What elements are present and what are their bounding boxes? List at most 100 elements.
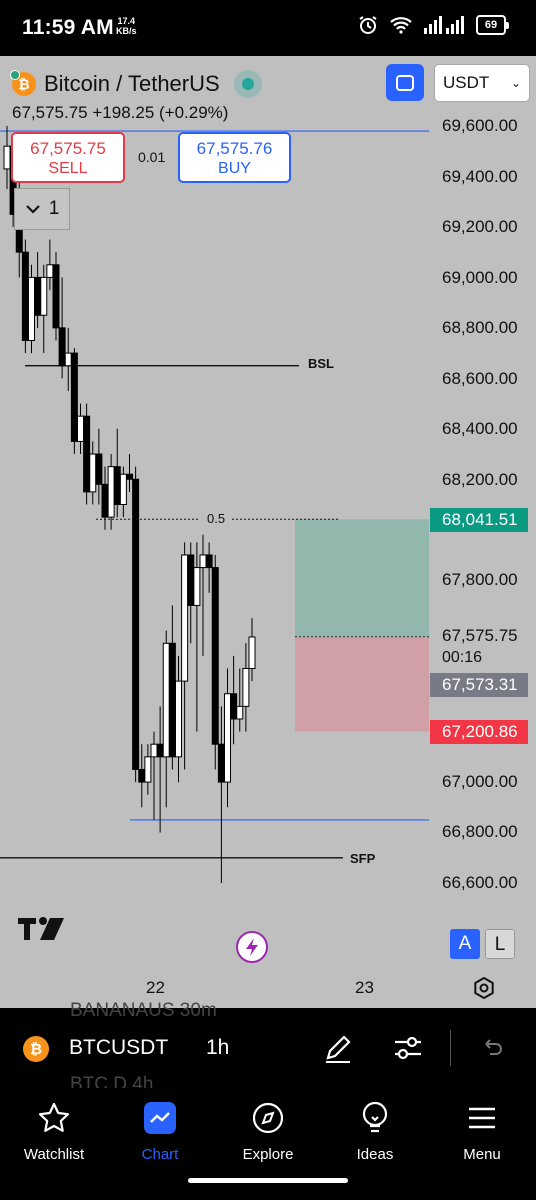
candle-body [126, 473, 133, 480]
symbol-selector[interactable]: BTCUSDT [69, 1036, 168, 1060]
alarm-icon [359, 16, 377, 34]
chevron-down-icon: ⌄ [510, 76, 521, 90]
candle-body [224, 693, 231, 783]
candle-body [28, 276, 35, 341]
candle-body [119, 473, 127, 506]
pencil-icon[interactable] [322, 1032, 354, 1064]
lightbulb-icon [362, 1101, 388, 1133]
symbol-toolbar: BANANAUS 30m ₿ BTCUSDT 1h BTC.D 4h [0, 1000, 536, 1095]
auto-scale-button[interactable]: A [450, 929, 480, 959]
price-label: 68,400.00 [442, 419, 518, 438]
bar-countdown: 00:16 [442, 649, 483, 666]
candle-body [34, 276, 42, 316]
price-label: 69,200.00 [442, 217, 518, 236]
take-profit-zone [295, 519, 429, 637]
candle-body [89, 453, 97, 493]
undo-icon[interactable] [480, 1032, 504, 1064]
sell-label: SELL [48, 160, 88, 177]
signal-icon [424, 16, 464, 34]
candle-body [83, 415, 91, 493]
timeframe-selector[interactable]: 1h [206, 1036, 229, 1060]
chart-area[interactable]: ₿ Bitcoin / TetherUS 67,575.75 +198.25 (… [0, 56, 536, 1008]
candle-body [187, 554, 195, 606]
candle-body [52, 264, 60, 329]
candle-body [217, 743, 225, 783]
take-profit-tag: 68,041.51 [430, 508, 528, 532]
candle-body [138, 768, 146, 783]
price-label: 69,400.00 [442, 167, 518, 186]
settings-icon[interactable] [472, 976, 496, 1000]
sell-price: 67,575.75 [30, 139, 106, 158]
bid-price-tag: 67,573.31 [430, 673, 528, 697]
chevron-down-icon [25, 205, 40, 214]
nav-explore[interactable]: Explore [218, 1096, 318, 1163]
symbol-name: Bitcoin / TetherUS [44, 71, 220, 96]
status-bar: 11:59 AM 17.4 KB/s 69 [0, 0, 536, 56]
buy-label: BUY [218, 160, 251, 177]
bsl-label[interactable]: BSL [308, 356, 334, 371]
collapse-indicators-button[interactable]: 1 [14, 188, 70, 230]
nav-watchlist[interactable]: Watchlist [4, 1096, 104, 1163]
price-label: 68,600.00 [442, 369, 518, 388]
network-speed: 17.4 KB/s [116, 16, 137, 36]
chart-icon [144, 1102, 176, 1134]
candle-body [242, 668, 250, 707]
candle-body [230, 693, 238, 720]
fullscreen-button[interactable] [386, 64, 424, 101]
log-scale-button[interactable]: L [485, 929, 515, 959]
candle-body [101, 483, 109, 518]
candle-body [64, 352, 72, 367]
candle-body [175, 680, 182, 758]
indicators-icon[interactable] [392, 1032, 424, 1064]
candle-body [107, 466, 115, 518]
candlestick-plot[interactable] [0, 56, 536, 1008]
sell-button[interactable]: 67,575.75 SELL [11, 132, 125, 183]
candle-body [70, 352, 78, 442]
candle-body [3, 145, 11, 170]
candle-body [162, 642, 170, 758]
compass-icon [252, 1102, 284, 1134]
buy-button[interactable]: 67,575.76 BUY [178, 132, 291, 183]
ghost-symbol-above: BANANAUS 30m [70, 1000, 217, 1021]
menu-icon [469, 1107, 495, 1129]
candle-body [205, 554, 213, 569]
symbol-title[interactable]: ₿ Bitcoin / TetherUS [10, 70, 262, 98]
currency-select[interactable]: USDT ⌄ [434, 64, 530, 102]
battery-icon: 69 [476, 15, 509, 35]
tradingview-logo-icon [18, 917, 64, 940]
candle-body [21, 251, 29, 341]
flash-icon[interactable] [236, 931, 268, 963]
clock: 11:59 AM [22, 16, 114, 39]
candle-body [113, 466, 121, 505]
nav-chart[interactable]: Chart [110, 1096, 210, 1163]
price-label: 67,800.00 [442, 570, 518, 589]
stop-loss-zone [295, 636, 429, 732]
price-change: 67,575.75 +198.25 (+0.29%) [12, 103, 229, 122]
candle-body [156, 743, 164, 758]
bottom-navigation: Watchlist Chart Explore Ideas Menu [0, 1088, 536, 1200]
candle-body [40, 276, 48, 316]
candle-body [95, 453, 103, 485]
candle-body [46, 264, 54, 278]
candle-body [58, 327, 66, 367]
price-label: 69,000.00 [442, 268, 518, 287]
fib-level-label: 0.5 [207, 511, 226, 526]
home-indicator[interactable] [188, 1178, 348, 1183]
candle-body [211, 567, 219, 745]
candle-body [144, 756, 152, 783]
spread: 0.01 [138, 149, 166, 165]
candle-body [77, 415, 84, 442]
price-label: 66,600.00 [442, 873, 518, 892]
nav-menu[interactable]: Menu [432, 1096, 532, 1163]
nav-ideas[interactable]: Ideas [325, 1096, 425, 1163]
candle-body [236, 705, 244, 720]
sfp-label[interactable]: SFP [350, 851, 375, 866]
current-price-label: 67,575.75 [442, 626, 518, 645]
candle-body [193, 567, 201, 606]
candle-body [181, 554, 189, 682]
wifi-icon [390, 17, 412, 34]
time-label: 22 [146, 978, 165, 997]
price-label: 69,600.00 [442, 116, 518, 135]
time-label: 23 [355, 978, 374, 997]
price-label: 66,800.00 [442, 822, 518, 841]
